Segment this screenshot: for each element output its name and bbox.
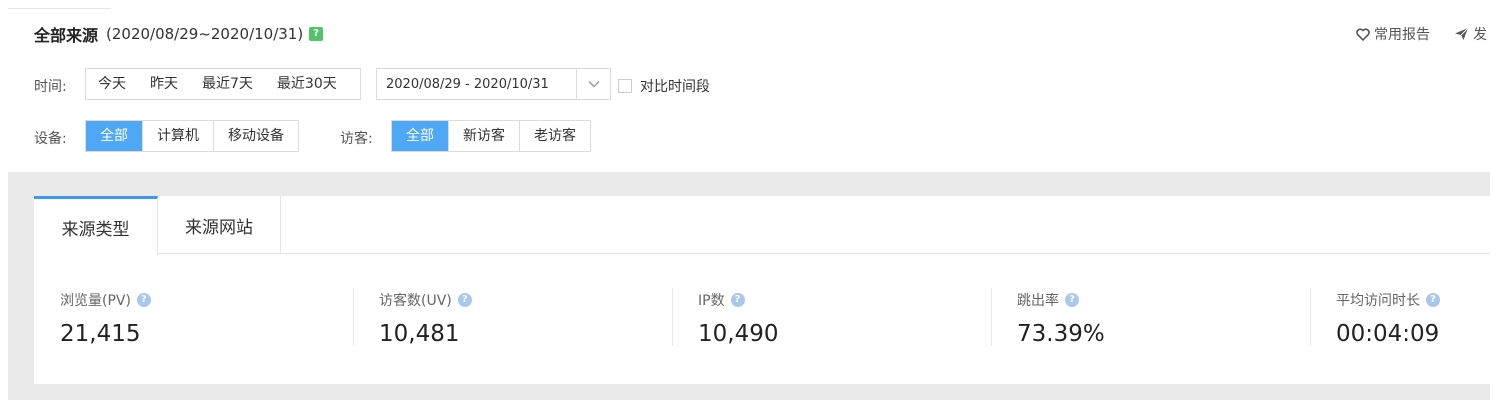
visitor-option-new[interactable]: 新访客 [449,121,520,151]
divider [8,8,111,9]
visitor-option-all[interactable]: 全部 [392,121,449,151]
metric-ip-label: IP数 [698,293,725,309]
time-option-last7[interactable]: 最近7天 [190,69,265,99]
metric-avg-duration-value: 00:04:09 [1336,321,1440,347]
chevron-down-icon[interactable] [576,69,610,99]
metric-uv-value: 10,481 [379,321,460,347]
metric-pv-value: 21,415 [60,321,141,347]
date-range-value: 2020/08/29 - 2020/10/31 [386,76,549,92]
device-option-mobile[interactable]: 移动设备 [214,121,298,151]
tab-source-type[interactable]: 来源类型 [34,196,158,255]
visitor-label: 访客: [340,131,373,147]
device-select: 全部 计算机 移动设备 [85,120,299,152]
metric-pv: 浏览量(PV)? 21,415 [60,290,151,347]
question-icon[interactable]: ? [309,27,324,41]
metric-divider [672,288,673,346]
visitor-select: 全部 新访客 老访客 [391,120,591,152]
page-date-range: (2020/08/29~2020/10/31) [106,25,304,43]
compare-checkbox[interactable] [618,79,632,93]
metric-bounce-rate-value: 73.39% [1017,321,1105,347]
time-option-last30[interactable]: 最近30天 [265,69,349,99]
metric-avg-duration-label: 平均访问时长 [1336,293,1420,309]
favorite-reports-label: 常用报告 [1374,27,1430,43]
device-option-all[interactable]: 全部 [86,121,143,151]
help-icon[interactable]: ? [457,293,472,307]
heart-icon [1356,27,1370,41]
favorite-reports-button[interactable]: 常用报告 [1356,24,1430,44]
time-quick-select: 今天 昨天 最近7天 最近30天 [85,68,361,100]
metric-pv-label: 浏览量(PV) [60,293,131,309]
metric-avg-duration: 平均访问时长? 00:04:09 [1336,290,1440,347]
page-title: 全部来源 (2020/08/29~2020/10/31) ? [34,22,324,46]
device-label: 设备: [34,131,67,147]
metric-uv: 访客数(UV)? 10,481 [379,290,472,347]
help-icon[interactable]: ? [1065,293,1079,307]
metric-divider [991,288,992,346]
compare-label: 对比时间段 [640,79,710,95]
device-option-computer[interactable]: 计算机 [143,121,214,151]
visitor-option-returning[interactable]: 老访客 [520,121,590,151]
metric-divider [353,288,354,346]
header-actions: 常用报告 发 [1356,24,1498,44]
help-icon[interactable]: ? [730,293,745,307]
time-option-today[interactable]: 今天 [86,69,138,99]
metric-ip: IP数? 10,490 [698,290,778,347]
send-icon [1455,27,1469,40]
metric-bounce-rate: 跳出率? 73.39% [1017,290,1105,347]
time-option-yesterday[interactable]: 昨天 [138,69,190,99]
time-label: 时间: [34,79,67,95]
send-report-label: 发 [1473,27,1487,43]
page-title-text: 全部来源 [34,26,99,45]
metric-bounce-rate-label: 跳出率 [1017,293,1059,309]
metrics-card: 来源类型 来源网站 浏览量(PV)? 21,415 访客数(UV)? 10,48… [34,196,1490,384]
compare-period[interactable]: 对比时间段 [618,76,710,96]
help-icon[interactable]: ? [1426,293,1440,307]
metric-uv-label: 访客数(UV) [379,293,452,309]
metric-ip-value: 10,490 [698,321,779,347]
tab-bar: 来源类型 来源网站 [34,196,1490,255]
metric-divider [1310,288,1311,346]
send-report-button[interactable]: 发 [1454,24,1487,44]
bottom-strip [0,400,1498,407]
tab-source-site[interactable]: 来源网站 [158,196,281,254]
help-icon[interactable]: ? [136,293,151,307]
date-range-picker[interactable]: 2020/08/29 - 2020/10/31 [376,68,611,100]
